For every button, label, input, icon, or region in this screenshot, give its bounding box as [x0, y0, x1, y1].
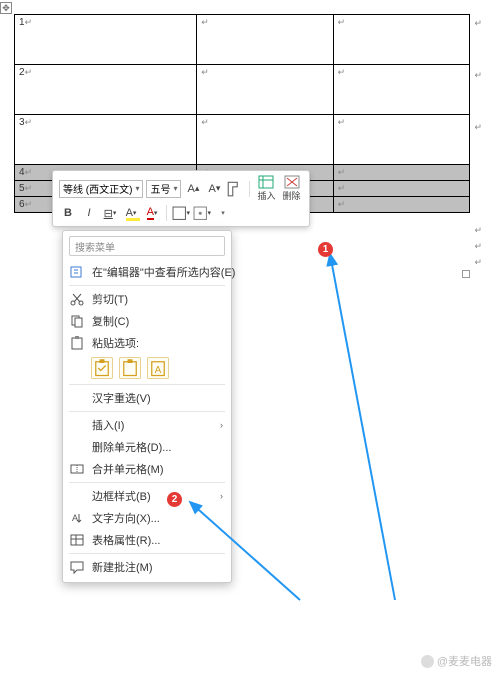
annotation-arrows [0, 0, 500, 675]
annotation-badge-2: 2 [167, 492, 182, 507]
annotation-badge-1: 1 [318, 242, 333, 257]
